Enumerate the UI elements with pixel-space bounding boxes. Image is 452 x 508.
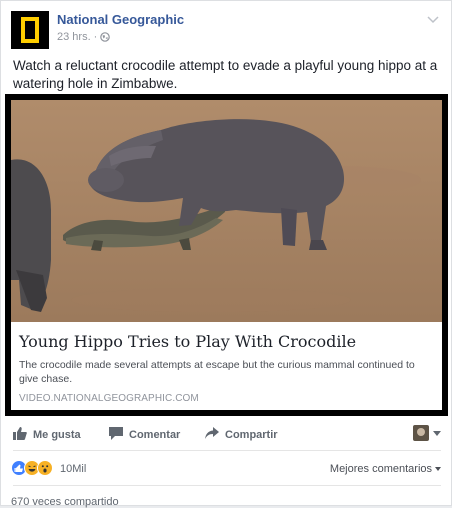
link-card-body[interactable]: Young Hippo Tries to Play With Crocodile…	[11, 322, 442, 410]
thumbs-up-icon	[13, 427, 27, 443]
post-options-chevron-down-icon[interactable]	[425, 11, 441, 27]
globe-icon	[100, 32, 111, 42]
page-name-link[interactable]: National Geographic	[57, 12, 184, 27]
sort-caret-down-icon	[435, 467, 441, 471]
comment-button[interactable]: Comentar	[109, 427, 180, 443]
link-card-description: The crocodile made several attempts at e…	[19, 359, 415, 385]
comment-as-selector[interactable]	[413, 425, 441, 441]
link-preview-card[interactable]: Young Hippo Tries to Play With Crocodile…	[5, 94, 448, 416]
caret-down-icon	[433, 430, 441, 436]
link-card-title[interactable]: Young Hippo Tries to Play With Crocodile	[19, 332, 434, 351]
share-label: Compartir	[225, 428, 278, 441]
post-actions-bar: Me gusta Comentar Compartir	[13, 425, 441, 447]
divider	[13, 485, 441, 486]
wow-reaction-icon	[37, 460, 53, 476]
reaction-icons[interactable]	[11, 460, 53, 476]
page-avatar[interactable]	[11, 11, 49, 49]
comment-label: Comentar	[129, 429, 181, 441]
post-header: National Geographic 23 hrs. ·	[11, 11, 441, 51]
video-thumbnail[interactable]	[11, 100, 442, 322]
nat-geo-logo-icon	[21, 17, 39, 43]
comment-sort-selector[interactable]: Mejores comentarios	[330, 463, 441, 475]
comment-sort-label: Mejores comentarios	[329, 463, 432, 475]
post-caption: Watch a reluctant crocodile attempt to e…	[13, 58, 438, 91]
post-card: National Geographic 23 hrs. · Watch a re…	[0, 0, 452, 508]
share-button[interactable]: Compartir	[205, 427, 278, 442]
post-meta: 23 hrs. ·	[57, 31, 111, 43]
reaction-count[interactable]: 10Mil	[60, 463, 86, 475]
meta-separator: ·	[93, 31, 98, 43]
reactions-bar: 10Mil Mejores comentarios	[11, 460, 441, 480]
post-timestamp[interactable]: 23 hrs.	[57, 31, 91, 43]
comment-bubble-icon	[109, 427, 123, 443]
link-card-domain: VIDEO.NATIONALGEOGRAPHIC.COM	[19, 393, 199, 404]
like-button[interactable]: Me gusta	[13, 427, 81, 443]
share-count[interactable]: 670 veces compartido	[11, 496, 119, 508]
like-label: Me gusta	[33, 429, 81, 441]
share-arrow-icon	[205, 427, 219, 442]
divider	[13, 450, 441, 451]
user-avatar	[413, 425, 429, 441]
